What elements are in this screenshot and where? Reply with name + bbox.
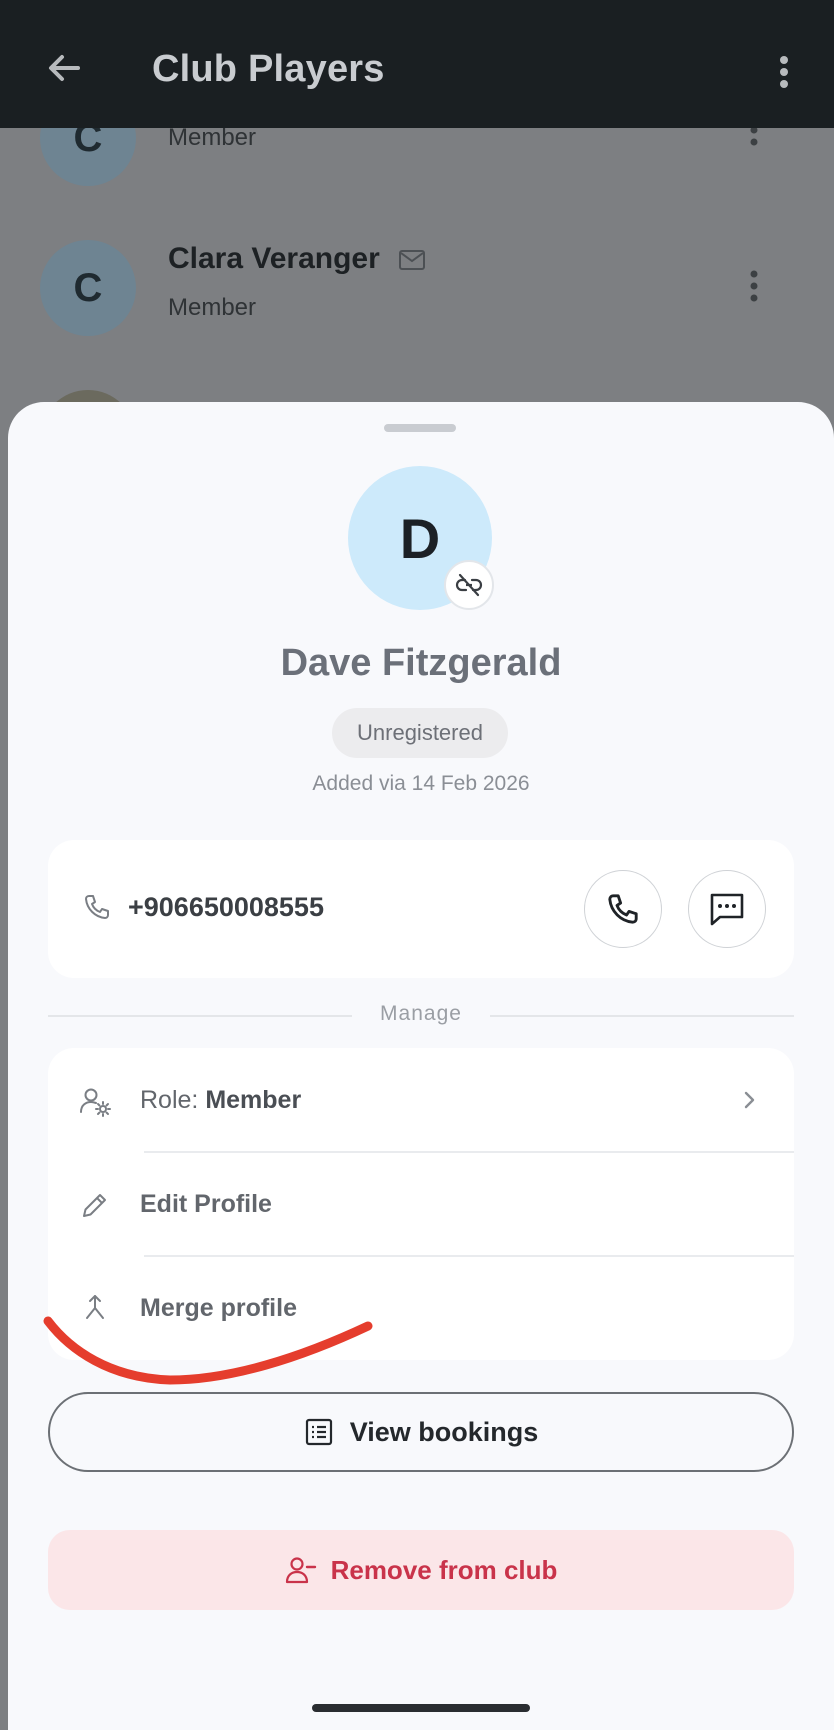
edit-profile-row[interactable]: Edit Profile [48, 1152, 794, 1256]
added-date: Added via 14 Feb 2026 [312, 772, 530, 795]
user-settings-icon [80, 1088, 111, 1117]
status-badge: Unregistered [332, 708, 508, 758]
chevron-right-icon [744, 1091, 755, 1109]
mail-icon [399, 250, 426, 271]
role-label: Role: Member [140, 1086, 301, 1115]
remove-user-icon [285, 1557, 316, 1584]
player-name-text: Clara Veranger [168, 242, 380, 275]
list-icon [305, 1418, 332, 1446]
view-bookings-button[interactable]: View bookings [48, 1392, 794, 1472]
remove-from-club-label: Remove from club [330, 1554, 558, 1585]
player-name: Clara Veranger [168, 242, 426, 276]
drag-handle[interactable] [384, 424, 456, 432]
message-button[interactable] [688, 870, 766, 948]
edit-profile-label: Edit Profile [140, 1190, 272, 1218]
merge-profile-label: Merge profile [140, 1294, 297, 1322]
section-label: Manage [380, 1002, 462, 1025]
phone-icon [85, 895, 109, 919]
role-row[interactable]: Role: Member [48, 1048, 794, 1152]
view-bookings-label: View bookings [349, 1416, 539, 1447]
phone-icon [608, 894, 638, 924]
list-item[interactable]: C Clara Veranger Member [0, 210, 834, 360]
player-role: Member [168, 294, 257, 321]
manage-section-divider: Manage [48, 1000, 794, 1030]
app-bar: Club Players [0, 0, 834, 128]
phone-number: +906650008555 [128, 892, 324, 922]
avatar: C [40, 240, 136, 336]
contact-card: +906650008555 [48, 840, 794, 978]
more-vertical-icon[interactable] [772, 48, 796, 96]
call-button[interactable] [584, 870, 662, 948]
page: C Member C Clara Veranger Member Club Pl… [0, 0, 834, 1730]
more-vertical-icon[interactable] [742, 266, 766, 306]
page-title: Club Players [152, 48, 385, 90]
role-prefix: Role: [140, 1086, 206, 1114]
pencil-icon [83, 1194, 106, 1217]
message-icon [710, 893, 744, 926]
remove-from-club-button[interactable]: Remove from club [48, 1530, 794, 1610]
link-off-icon [444, 560, 494, 610]
player-role: Member [168, 124, 257, 151]
gesture-bar [312, 1704, 530, 1712]
player-full-name: Dave Fitzgerald [280, 642, 562, 684]
divider [490, 1015, 794, 1017]
merge-icon [86, 1295, 104, 1319]
manage-card: Role: Member Edit Profile Merge profile [48, 1048, 794, 1360]
player-bottom-sheet: D Dave Fitzgerald Unregistered Added via… [8, 402, 834, 1730]
role-value: Member [205, 1086, 302, 1114]
arrow-left-icon[interactable] [40, 44, 88, 92]
merge-profile-row[interactable]: Merge profile [48, 1256, 794, 1360]
